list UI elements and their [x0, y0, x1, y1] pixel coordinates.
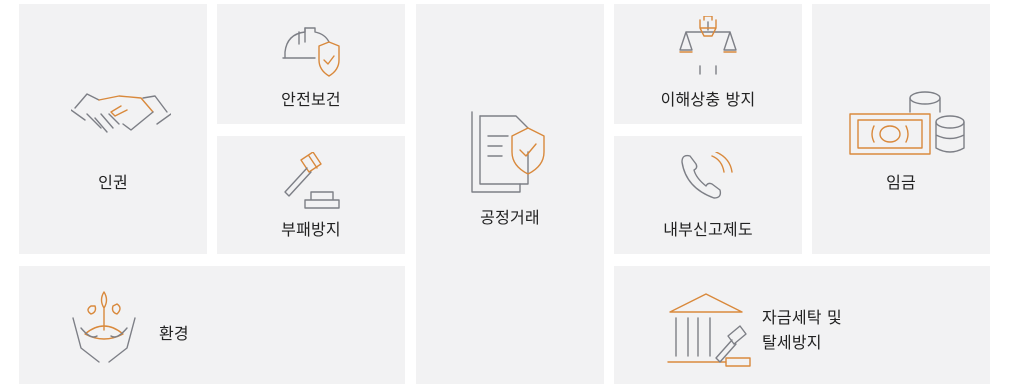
hands-plant-icon	[69, 278, 139, 368]
tile-whistleblowing[interactable]: 내부신고제도	[614, 136, 802, 254]
tile-human-rights[interactable]: 인권	[19, 4, 207, 254]
tile-label: 안전보건	[281, 90, 341, 109]
tile-label: 이해상충 방지	[660, 90, 756, 109]
handshake-icon	[71, 84, 171, 144]
money-coins-icon	[846, 90, 966, 160]
tile-label-line2: 탈세방지	[762, 333, 822, 352]
tile-label: 인권	[98, 173, 128, 192]
tile-environment[interactable]: 환경	[19, 266, 405, 384]
phone-icon	[678, 152, 738, 202]
gavel-icon	[281, 152, 341, 212]
tile-label-line1: 자금세탁 및	[762, 308, 842, 327]
tile-label: 부패방지	[281, 220, 341, 239]
tile-anti-corruption[interactable]: 부패방지	[217, 136, 405, 254]
tile-label: 환경	[159, 324, 189, 343]
tile-label: 공정거래	[480, 208, 540, 227]
tile-label: 임금	[886, 173, 916, 192]
tile-fair-trade[interactable]: 공정거래	[416, 4, 604, 384]
hardhat-shield-icon	[281, 24, 341, 79]
tile-safety-health[interactable]: 안전보건	[217, 4, 405, 124]
tile-conflict-of-interest[interactable]: 이해상충 방지	[614, 4, 802, 124]
document-shield-icon	[468, 108, 558, 198]
scales-fist-icon	[678, 16, 738, 78]
tile-wages[interactable]: 임금	[812, 4, 990, 254]
tile-aml[interactable]: 자금세탁 및 탈세방지	[614, 266, 990, 384]
bank-gavel-icon	[666, 292, 756, 372]
tile-label: 내부신고제도	[663, 220, 753, 239]
